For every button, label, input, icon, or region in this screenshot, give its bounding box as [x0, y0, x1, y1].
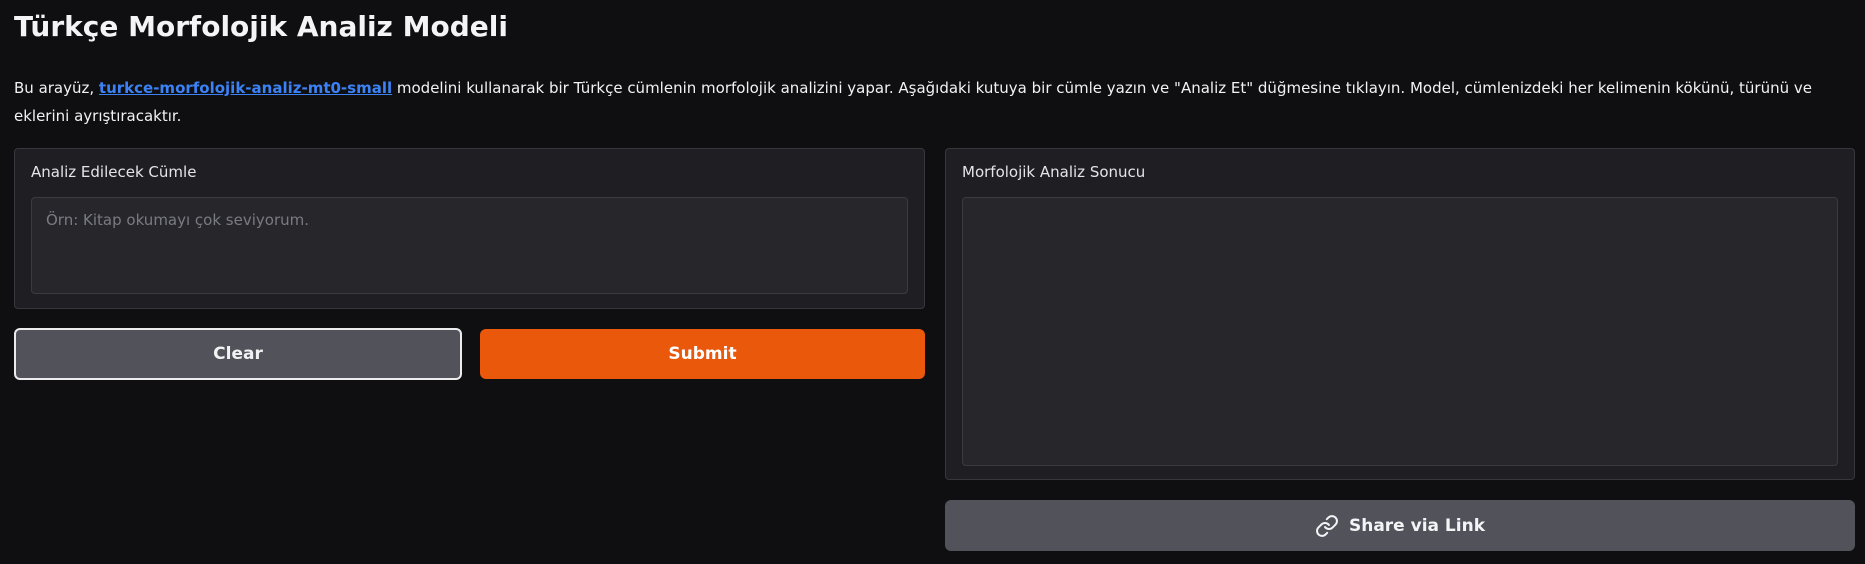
input-panel: Analiz Edilecek Cümle	[14, 148, 925, 309]
description-prefix: Bu arayüz,	[14, 79, 99, 97]
page-description: Bu arayüz, turkce-morfolojik-analiz-mt0-…	[14, 74, 1844, 130]
app-page: Türkçe Morfolojik Analiz Modeli Bu arayü…	[0, 0, 1865, 564]
clear-button[interactable]: Clear	[14, 328, 462, 380]
sentence-input[interactable]	[31, 197, 908, 294]
model-link[interactable]: turkce-morfolojik-analiz-mt0-small	[99, 79, 392, 97]
submit-button[interactable]: Submit	[480, 329, 925, 379]
output-panel: Morfolojik Analiz Sonucu	[945, 148, 1855, 480]
share-button-label: Share via Link	[1348, 515, 1486, 536]
analysis-result-box[interactable]	[962, 197, 1838, 466]
page-title: Türkçe Morfolojik Analiz Modeli	[14, 10, 508, 43]
output-label: Morfolojik Analiz Sonucu	[962, 163, 1146, 181]
input-label: Analiz Edilecek Cümle	[31, 163, 197, 181]
link-icon	[1315, 514, 1339, 538]
share-via-link-button[interactable]: Share via Link	[945, 500, 1855, 551]
